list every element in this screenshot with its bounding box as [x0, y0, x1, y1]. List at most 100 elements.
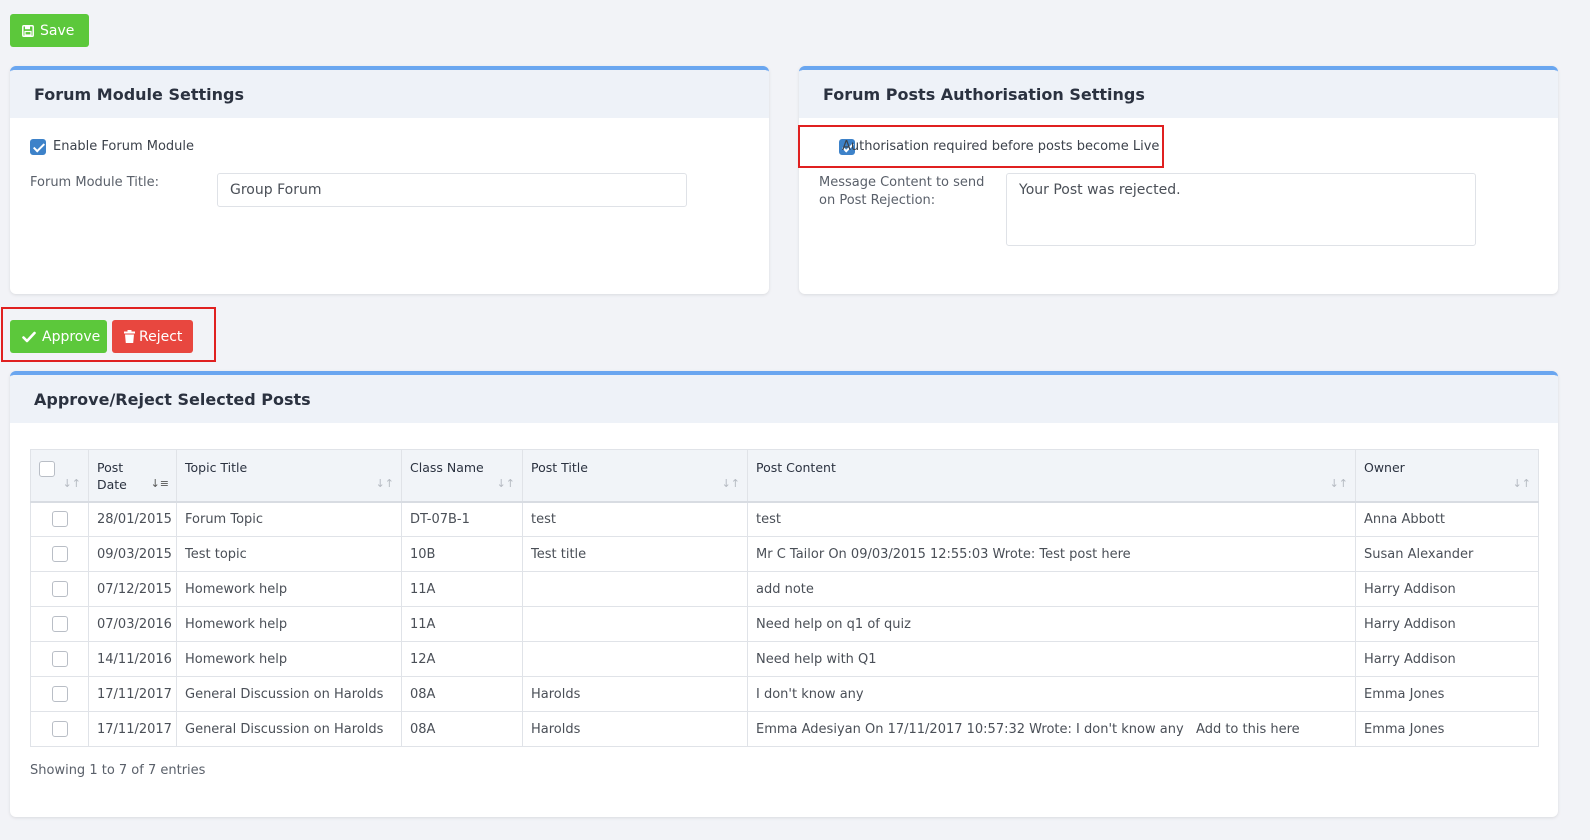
post-content-cell: add note: [747, 571, 1356, 607]
owner-cell: Emma Jones: [1355, 676, 1539, 712]
table-row[interactable]: 07/03/2016 Homework help 11A Need help o…: [30, 606, 1539, 642]
post-content-cell: Emma Adesiyan On 17/11/2017 10:57:32 Wro…: [747, 711, 1356, 747]
post-title-cell: Harolds: [522, 676, 748, 712]
approve-label: Approve: [42, 328, 101, 345]
post-content-cell: Mr C Tailor On 09/03/2015 12:55:03 Wrote…: [747, 536, 1356, 572]
check-icon: [22, 331, 36, 343]
row-select-cell: [30, 711, 89, 747]
sort-icon[interactable]: ↓↑: [1330, 475, 1348, 492]
row-checkbox[interactable]: [51, 511, 68, 528]
rejection-message-label-line2: on Post Rejection:: [819, 193, 936, 208]
row-select-cell: [30, 501, 89, 537]
save-button[interactable]: Save: [10, 14, 89, 47]
sort-icon[interactable]: ↓↑: [376, 475, 394, 492]
reject-label: Reject: [139, 328, 183, 345]
save-label: Save: [40, 22, 75, 39]
class-name-cell: 11A: [401, 571, 523, 607]
forum-module-title-label: Forum Module Title:: [30, 175, 159, 190]
class-name-cell: DT-07B-1: [401, 501, 523, 537]
sort-icon[interactable]: ↓↑: [63, 475, 81, 492]
table-row[interactable]: 17/11/2017 General Discussion on Harolds…: [30, 711, 1539, 747]
sort-ascending-icon[interactable]: ↓≡: [151, 475, 169, 492]
column-header-class-name[interactable]: Class Name ↓↑: [401, 449, 523, 503]
column-header-post-content[interactable]: Post Content ↓↑: [747, 449, 1356, 503]
row-select-cell: [30, 676, 89, 712]
column-label: Post Content: [756, 460, 836, 475]
approve-button[interactable]: Approve: [10, 320, 107, 353]
owner-cell: Harry Addison: [1355, 641, 1539, 677]
topic-title-cell: Homework help: [176, 641, 402, 677]
row-checkbox[interactable]: [51, 686, 68, 702]
row-checkbox[interactable]: [51, 721, 68, 737]
column-label: Post Date: [97, 460, 127, 492]
column-label: Owner: [1364, 460, 1405, 475]
authorisation-required-label: Authorisation required before posts beco…: [842, 139, 1160, 154]
select-all-checkbox[interactable]: [39, 461, 55, 477]
class-name-cell: 08A: [401, 676, 523, 712]
table-header-row: ↓↑ Post Date ↓≡ Topic Title ↓↑ Class Nam…: [30, 449, 1539, 503]
row-select-cell: [30, 536, 89, 572]
row-select-cell: [30, 641, 89, 677]
owner-cell: Anna Abbott: [1355, 501, 1539, 537]
row-select-cell: [30, 606, 89, 642]
class-name-cell: 08A: [401, 711, 523, 747]
column-header-post-date[interactable]: Post Date ↓≡: [88, 449, 177, 503]
row-checkbox[interactable]: [51, 651, 68, 667]
enable-forum-module-checkbox[interactable]: [30, 139, 46, 155]
post-content-cell: Need help with Q1: [747, 641, 1356, 677]
table-row[interactable]: 28/01/2015 Forum Topic DT-07B-1 test tes…: [30, 501, 1539, 537]
column-header-topic-title[interactable]: Topic Title ↓↑: [176, 449, 402, 503]
rejection-message-textarea[interactable]: Your Post was rejected.: [1006, 173, 1476, 246]
column-header-post-title[interactable]: Post Title ↓↑: [522, 449, 748, 503]
select-all-header: ↓↑: [30, 449, 89, 503]
column-header-owner[interactable]: Owner ↓↑: [1355, 449, 1539, 503]
table-row[interactable]: 14/11/2016 Homework help 12A Need help w…: [30, 641, 1539, 677]
post-date-cell: 17/11/2017: [88, 711, 177, 747]
table-row[interactable]: 07/12/2015 Homework help 11A add note Ha…: [30, 571, 1539, 607]
topic-title-cell: Test topic: [176, 536, 402, 572]
post-title-cell: test: [522, 501, 748, 537]
column-label: Topic Title: [185, 460, 248, 475]
post-date-cell: 09/03/2015: [88, 536, 177, 572]
topic-title-cell: Forum Topic: [176, 501, 402, 537]
topic-title-cell: Homework help: [176, 606, 402, 642]
row-checkbox[interactable]: [51, 581, 68, 597]
class-name-cell: 12A: [401, 641, 523, 677]
post-date-cell: 07/03/2016: [88, 606, 177, 642]
post-date-cell: 14/11/2016: [88, 641, 177, 677]
topic-title-cell: General Discussion on Harolds: [176, 711, 402, 747]
floppy-disk-icon: [22, 24, 34, 37]
row-checkbox[interactable]: [51, 616, 68, 632]
sort-icon[interactable]: ↓↑: [722, 475, 740, 492]
owner-cell: Susan Alexander: [1355, 536, 1539, 572]
panel-title: Forum Posts Authorisation Settings: [799, 70, 1558, 118]
post-title-cell: [522, 606, 748, 642]
reject-button[interactable]: Reject: [112, 320, 193, 353]
post-content-cell: Need help on q1 of quiz: [747, 606, 1356, 642]
trash-icon: [124, 330, 135, 343]
topic-title-cell: Homework help: [176, 571, 402, 607]
table-row[interactable]: 17/11/2017 General Discussion on Harolds…: [30, 676, 1539, 712]
panel-title: Forum Module Settings: [10, 70, 769, 118]
sort-icon[interactable]: ↓↑: [1513, 475, 1531, 492]
column-label: Class Name: [410, 460, 484, 475]
row-select-cell: [30, 571, 89, 607]
post-title-cell: Test title: [522, 536, 748, 572]
post-content-cell: test: [747, 501, 1356, 537]
row-checkbox[interactable]: [51, 546, 68, 562]
enable-forum-module-label: Enable Forum Module: [53, 139, 195, 154]
table-row[interactable]: 09/03/2015 Test topic 10B Test title Mr …: [30, 536, 1539, 572]
owner-cell: Harry Addison: [1355, 571, 1539, 607]
panel-title: Approve/Reject Selected Posts: [10, 375, 1558, 423]
rejection-message-label-line1: Message Content to send: [819, 175, 985, 190]
post-title-cell: Harolds: [522, 711, 748, 747]
column-label: Post Title: [531, 460, 588, 475]
sort-icon[interactable]: ↓↑: [497, 475, 515, 492]
post-title-cell: [522, 571, 748, 607]
forum-module-title-input[interactable]: [217, 173, 687, 207]
post-date-cell: 17/11/2017: [88, 676, 177, 712]
class-name-cell: 10B: [401, 536, 523, 572]
post-date-cell: 28/01/2015: [88, 501, 177, 537]
post-content-cell: I don't know any: [747, 676, 1356, 712]
post-date-cell: 07/12/2015: [88, 571, 177, 607]
